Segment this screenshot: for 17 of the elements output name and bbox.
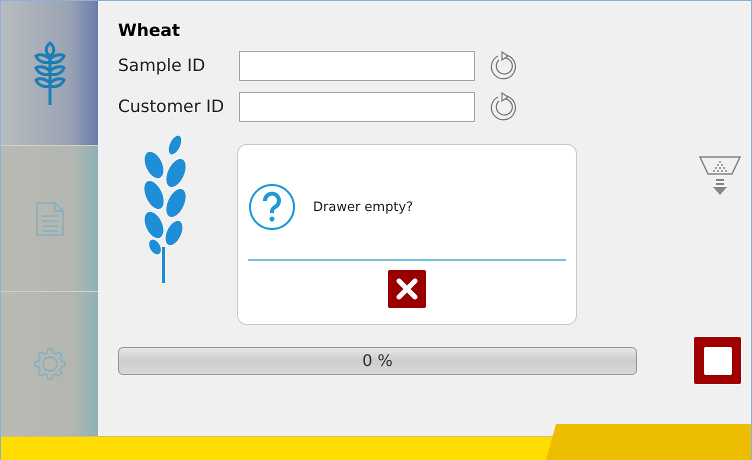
input-field[interactable] <box>239 50 475 80</box>
sample-title: Wheat <box>118 21 181 43</box>
document-icon <box>36 202 64 236</box>
input-field[interactable] <box>239 92 475 122</box>
refresh-icon[interactable] <box>489 50 519 80</box>
stop-button[interactable] <box>694 337 741 384</box>
refresh-icon[interactable] <box>489 92 519 122</box>
sidebar-tab[interactable] <box>1 1 98 146</box>
cancel-button[interactable] <box>388 270 426 308</box>
question-icon <box>248 183 296 231</box>
wheat-icon <box>32 39 66 108</box>
field-label: Customer ID <box>118 96 226 116</box>
progress-reading: 0 % <box>362 351 393 370</box>
dialog-message: Drawer empty? <box>313 200 414 214</box>
close-icon <box>396 278 418 300</box>
gear-icon <box>34 348 66 380</box>
field-label: Sample ID <box>118 56 206 76</box>
